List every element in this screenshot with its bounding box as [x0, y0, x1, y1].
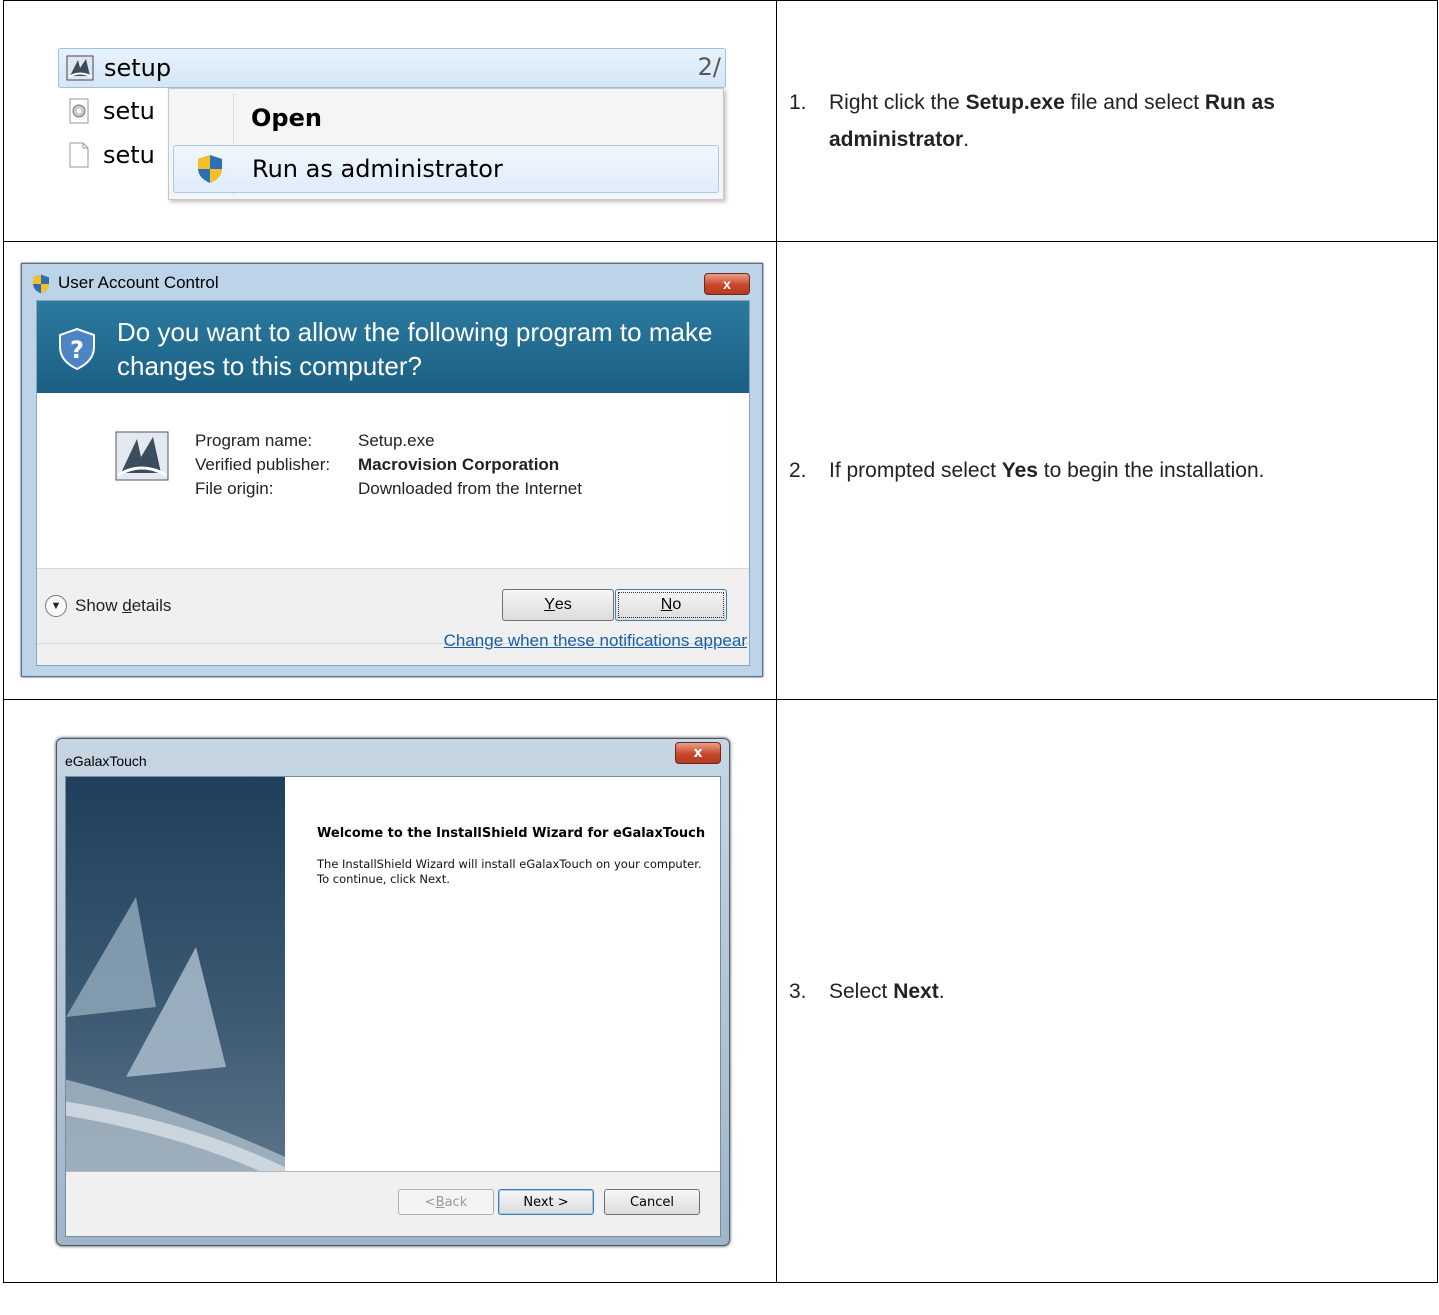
access-key: N: [660, 596, 673, 613]
access-key: d: [122, 596, 132, 615]
bold-term: Next: [893, 979, 939, 1003]
file-origin-row: File origin: Downloaded from the Internet: [195, 477, 582, 501]
label-part: Show: [75, 596, 123, 615]
context-menu: Open Run as administrator: [168, 88, 724, 200]
instruction-cell-2: 2. If prompted select Yes to begin the i…: [776, 241, 1438, 700]
button-label: <: [424, 1194, 436, 1210]
uac-content: ? Do you want to allow the following pro…: [36, 300, 750, 666]
instruction-text-3: 3. Select Next.: [777, 973, 1437, 1010]
program-details: Program name: Setup.exe Verified publishe…: [195, 429, 582, 501]
button-label: o: [672, 596, 682, 613]
close-button[interactable]: x: [675, 742, 721, 764]
instruction-text-1: 1. Right click the Setup.exe file and se…: [777, 84, 1437, 158]
close-icon: x: [723, 276, 731, 292]
step-row-1: setup 2/ setu setu Open Run as administr…: [3, 0, 1438, 242]
uac-shield-icon: [198, 155, 222, 183]
uac-dialog: User Account Control x ? Do you want to …: [21, 263, 763, 677]
file-name: setup: [104, 54, 172, 82]
chevron-down-icon: ▼: [45, 595, 67, 617]
menu-item-open[interactable]: Open: [173, 95, 719, 141]
text-run: to begin the installation.: [1037, 459, 1265, 482]
field-value: Macrovision Corporation: [358, 455, 560, 474]
access-key: B: [435, 1194, 445, 1210]
wizard-content: Welcome to the InstallShield Wizard for …: [65, 776, 721, 1237]
wizard-button-bar: < Back Next > Cancel: [66, 1171, 720, 1236]
back-button[interactable]: < Back: [398, 1189, 494, 1215]
access-key: Y: [544, 596, 555, 613]
text-run: If prompted select: [829, 459, 1002, 482]
uac-titlebar: User Account Control x: [22, 264, 762, 302]
uac-shield-icon: [33, 274, 49, 294]
field-label: File origin:: [195, 479, 274, 498]
instruction-sentence: If prompted select Yes to begin the inst…: [829, 452, 1264, 489]
show-details-toggle[interactable]: ▼ Show details: [45, 595, 171, 617]
field-value: Setup.exe: [358, 431, 435, 450]
question-shield-icon: ?: [59, 327, 95, 371]
blank-file-icon: [69, 142, 89, 168]
instruction-sentence: Right click the Setup.exe file and selec…: [829, 84, 1417, 158]
wizard-welcome: Welcome to the InstallShield Wizard for …: [317, 827, 707, 887]
step-row-3: eGalaxTouch x Welcome to the InstallShie…: [3, 699, 1438, 1283]
menu-item-label: Open: [251, 104, 322, 132]
text-run: file and select: [1064, 91, 1205, 114]
file-row-setup-selected[interactable]: setup 2/: [58, 48, 726, 88]
instruction-cell-3: 3. Select Next.: [776, 699, 1438, 1283]
config-file-icon: [69, 98, 89, 124]
step-number: 2.: [789, 459, 807, 482]
installer-app-icon: [115, 431, 169, 481]
next-button[interactable]: Next >: [498, 1189, 594, 1215]
no-button[interactable]: No: [615, 589, 727, 621]
close-button[interactable]: x: [704, 273, 750, 295]
publisher-row: Verified publisher: Macrovision Corporati…: [195, 453, 582, 477]
field-value: Downloaded from the Internet: [358, 479, 582, 498]
screenshot-cell-3: eGalaxTouch x Welcome to the InstallShie…: [3, 699, 777, 1283]
bold-term: Setup.exe: [965, 91, 1065, 114]
file-name: setu: [103, 97, 155, 125]
svg-text:?: ?: [70, 336, 84, 364]
yes-button[interactable]: Yes: [502, 589, 614, 621]
step-row-2: User Account Control x ? Do you want to …: [3, 241, 1438, 700]
field-label: Verified publisher:: [195, 455, 331, 474]
text-run: .: [938, 979, 945, 1003]
close-icon: x: [693, 745, 703, 761]
uac-title: User Account Control: [58, 273, 219, 292]
instruction-sentence: Select Next.: [829, 973, 945, 1010]
step-number: 1.: [789, 91, 807, 114]
uac-question: Do you want to allow the following progr…: [117, 317, 713, 381]
instructions-table: setup 2/ setu setu Open Run as administr…: [3, 0, 1438, 1283]
text-run: Right click the: [829, 91, 966, 114]
show-details-label: Show details: [75, 596, 171, 616]
wizard-body-text: The InstallShield Wizard will install eG…: [317, 857, 702, 886]
bold-term: Yes: [1001, 459, 1038, 482]
screenshot-cell-2: User Account Control x ? Do you want to …: [3, 241, 777, 700]
label-part: etails: [131, 596, 172, 615]
cancel-button[interactable]: Cancel: [604, 1189, 700, 1215]
explorer-file-list: setup 2/ setu setu Open Run as administr…: [58, 48, 728, 208]
uac-banner: ? Do you want to allow the following pro…: [37, 301, 749, 393]
change-notifications-link[interactable]: Change when these notifications appear: [444, 631, 747, 651]
instruction-text-2: 2. If prompted select Yes to begin the i…: [777, 452, 1437, 489]
wizard-heading: Welcome to the InstallShield Wizard for …: [317, 826, 706, 841]
button-label: es: [554, 596, 572, 613]
menu-item-run-as-administrator[interactable]: Run as administrator: [173, 145, 719, 193]
menu-item-label: Run as administrator: [252, 155, 503, 183]
file-date: 2/: [697, 53, 721, 81]
button-label: ack: [444, 1194, 468, 1210]
wizard-sails-artwork: [66, 777, 285, 1175]
installshield-window: eGalaxTouch x Welcome to the InstallShie…: [56, 738, 730, 1246]
window-title: eGalaxTouch: [65, 753, 147, 769]
text-run: Select: [829, 979, 894, 1003]
text-run: .: [963, 128, 970, 151]
field-label: Program name:: [195, 431, 313, 450]
step-number: 3.: [789, 979, 807, 1003]
uac-program-info: Program name: Setup.exe Verified publishe…: [37, 393, 749, 569]
instruction-cell-1: 1. Right click the Setup.exe file and se…: [776, 0, 1438, 242]
screenshot-cell-1: setup 2/ setu setu Open Run as administr…: [3, 0, 777, 242]
installer-app-icon: [66, 55, 94, 81]
program-name-row: Program name: Setup.exe: [195, 429, 582, 453]
file-name: setu: [103, 141, 155, 169]
